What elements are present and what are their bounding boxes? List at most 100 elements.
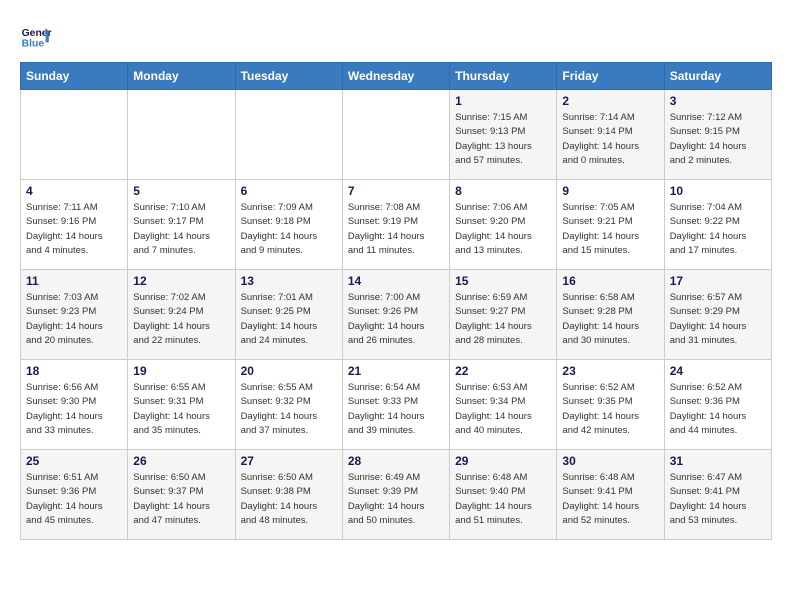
header: General Blue xyxy=(20,20,772,52)
day-info: Sunrise: 7:03 AMSunset: 9:23 PMDaylight:… xyxy=(26,291,122,348)
day-number: 28 xyxy=(348,454,444,468)
day-header-wednesday: Wednesday xyxy=(342,63,449,90)
calendar-header: SundayMondayTuesdayWednesdayThursdayFrid… xyxy=(21,63,772,90)
day-number: 27 xyxy=(241,454,337,468)
day-info: Sunrise: 6:58 AMSunset: 9:28 PMDaylight:… xyxy=(562,291,658,348)
calendar-cell: 27 Sunrise: 6:50 AMSunset: 9:38 PMDayligh… xyxy=(235,450,342,540)
calendar-cell: 8Sunrise: 7:06 AMSunset: 9:20 PMDaylight… xyxy=(450,180,557,270)
calendar-cell: 1 Sunrise: 7:15 AMSunset: 9:13 PMDaylight… xyxy=(450,90,557,180)
day-info: Sunrise: 7:08 AMSunset: 9:19 PMDaylight:… xyxy=(348,201,444,258)
day-info: Sunrise: 6:51 AMSunset: 9:36 PMDaylight:… xyxy=(26,471,122,528)
calendar-cell: 5 Sunrise: 7:10 AMSunset: 9:17 PMDaylight… xyxy=(128,180,235,270)
calendar-body: 1 Sunrise: 7:15 AMSunset: 9:13 PMDaylight… xyxy=(21,90,772,540)
day-number: 13 xyxy=(241,274,337,288)
day-info: Sunrise: 6:52 AMSunset: 9:35 PMDaylight:… xyxy=(562,381,658,438)
day-header-tuesday: Tuesday xyxy=(235,63,342,90)
calendar-cell: 3 Sunrise: 7:12 AMSunset: 9:15 PMDaylight… xyxy=(664,90,771,180)
calendar-cell: 29 Sunrise: 6:48 AMSunset: 9:40 PMDayligh… xyxy=(450,450,557,540)
day-info: Sunrise: 6:50 AMSunset: 9:38 PMDaylight:… xyxy=(241,471,337,528)
calendar-cell: 19Sunrise: 6:55 AMSunset: 9:31 PMDayligh… xyxy=(128,360,235,450)
calendar-cell: 15Sunrise: 6:59 AMSunset: 9:27 PMDayligh… xyxy=(450,270,557,360)
calendar-cell: 10 Sunrise: 7:04 AMSunset: 9:22 PMDayligh… xyxy=(664,180,771,270)
day-info: Sunrise: 6:53 AMSunset: 9:34 PMDaylight:… xyxy=(455,381,551,438)
day-info: Sunrise: 7:15 AMSunset: 9:13 PMDaylight:… xyxy=(455,111,551,168)
day-info: Sunrise: 7:00 AMSunset: 9:26 PMDaylight:… xyxy=(348,291,444,348)
calendar-week-4: 18 Sunrise: 6:56 AMSunset: 9:30 PMDayligh… xyxy=(21,360,772,450)
day-info: Sunrise: 6:50 AMSunset: 9:37 PMDaylight:… xyxy=(133,471,229,528)
calendar-cell xyxy=(21,90,128,180)
calendar-cell: 7Sunrise: 7:08 AMSunset: 9:19 PMDaylight… xyxy=(342,180,449,270)
day-header-saturday: Saturday xyxy=(664,63,771,90)
days-of-week-row: SundayMondayTuesdayWednesdayThursdayFrid… xyxy=(21,63,772,90)
calendar-week-2: 4 Sunrise: 7:11 AMSunset: 9:16 PMDaylight… xyxy=(21,180,772,270)
day-number: 10 xyxy=(670,184,766,198)
calendar-cell: 12Sunrise: 7:02 AMSunset: 9:24 PMDayligh… xyxy=(128,270,235,360)
calendar-cell: 25 Sunrise: 6:51 AMSunset: 9:36 PMDayligh… xyxy=(21,450,128,540)
day-info: Sunrise: 6:47 AMSunset: 9:41 PMDaylight:… xyxy=(670,471,766,528)
day-number: 12 xyxy=(133,274,229,288)
day-number: 2 xyxy=(562,94,658,108)
day-header-friday: Friday xyxy=(557,63,664,90)
day-number: 24 xyxy=(670,364,766,378)
day-info: Sunrise: 7:04 AMSunset: 9:22 PMDaylight:… xyxy=(670,201,766,258)
day-info: Sunrise: 7:01 AMSunset: 9:25 PMDaylight:… xyxy=(241,291,337,348)
calendar-cell: 22Sunrise: 6:53 AMSunset: 9:34 PMDayligh… xyxy=(450,360,557,450)
day-info: Sunrise: 7:11 AMSunset: 9:16 PMDaylight:… xyxy=(26,201,122,258)
calendar-cell xyxy=(342,90,449,180)
day-number: 3 xyxy=(670,94,766,108)
calendar-cell: 2 Sunrise: 7:14 AMSunset: 9:14 PMDaylight… xyxy=(557,90,664,180)
calendar-cell: 28Sunrise: 6:49 AMSunset: 9:39 PMDayligh… xyxy=(342,450,449,540)
calendar-week-1: 1 Sunrise: 7:15 AMSunset: 9:13 PMDaylight… xyxy=(21,90,772,180)
day-header-thursday: Thursday xyxy=(450,63,557,90)
calendar-cell: 23Sunrise: 6:52 AMSunset: 9:35 PMDayligh… xyxy=(557,360,664,450)
calendar-cell: 26 Sunrise: 6:50 AMSunset: 9:37 PMDayligh… xyxy=(128,450,235,540)
calendar-cell xyxy=(128,90,235,180)
calendar-week-3: 11 Sunrise: 7:03 AMSunset: 9:23 PMDayligh… xyxy=(21,270,772,360)
day-number: 6 xyxy=(241,184,337,198)
day-number: 31 xyxy=(670,454,766,468)
calendar-cell: 24 Sunrise: 6:52 AMSunset: 9:36 PMDayligh… xyxy=(664,360,771,450)
day-info: Sunrise: 6:52 AMSunset: 9:36 PMDaylight:… xyxy=(670,381,766,438)
day-info: Sunrise: 7:12 AMSunset: 9:15 PMDaylight:… xyxy=(670,111,766,168)
day-number: 18 xyxy=(26,364,122,378)
calendar-cell: 18 Sunrise: 6:56 AMSunset: 9:30 PMDayligh… xyxy=(21,360,128,450)
day-info: Sunrise: 6:57 AMSunset: 9:29 PMDaylight:… xyxy=(670,291,766,348)
day-info: Sunrise: 6:59 AMSunset: 9:27 PMDaylight:… xyxy=(455,291,551,348)
day-header-monday: Monday xyxy=(128,63,235,90)
day-info: Sunrise: 7:06 AMSunset: 9:20 PMDaylight:… xyxy=(455,201,551,258)
day-info: Sunrise: 6:54 AMSunset: 9:33 PMDaylight:… xyxy=(348,381,444,438)
day-info: Sunrise: 6:48 AMSunset: 9:41 PMDaylight:… xyxy=(562,471,658,528)
logo-icon: General Blue xyxy=(20,20,52,52)
day-info: Sunrise: 6:55 AMSunset: 9:31 PMDaylight:… xyxy=(133,381,229,438)
calendar-table: SundayMondayTuesdayWednesdayThursdayFrid… xyxy=(20,62,772,540)
day-number: 5 xyxy=(133,184,229,198)
calendar-week-5: 25 Sunrise: 6:51 AMSunset: 9:36 PMDayligh… xyxy=(21,450,772,540)
calendar-cell: 31 Sunrise: 6:47 AMSunset: 9:41 PMDayligh… xyxy=(664,450,771,540)
day-number: 29 xyxy=(455,454,551,468)
day-info: Sunrise: 6:56 AMSunset: 9:30 PMDaylight:… xyxy=(26,381,122,438)
day-info: Sunrise: 7:09 AMSunset: 9:18 PMDaylight:… xyxy=(241,201,337,258)
calendar-cell: 6 Sunrise: 7:09 AMSunset: 9:18 PMDaylight… xyxy=(235,180,342,270)
calendar-cell: 16 Sunrise: 6:58 AMSunset: 9:28 PMDayligh… xyxy=(557,270,664,360)
day-info: Sunrise: 7:10 AMSunset: 9:17 PMDaylight:… xyxy=(133,201,229,258)
day-info: Sunrise: 7:05 AMSunset: 9:21 PMDaylight:… xyxy=(562,201,658,258)
calendar-cell: 13 Sunrise: 7:01 AMSunset: 9:25 PMDayligh… xyxy=(235,270,342,360)
calendar-cell: 9 Sunrise: 7:05 AMSunset: 9:21 PMDaylight… xyxy=(557,180,664,270)
day-header-sunday: Sunday xyxy=(21,63,128,90)
calendar-cell: 17Sunrise: 6:57 AMSunset: 9:29 PMDayligh… xyxy=(664,270,771,360)
day-number: 14 xyxy=(348,274,444,288)
day-number: 1 xyxy=(455,94,551,108)
day-info: Sunrise: 6:48 AMSunset: 9:40 PMDaylight:… xyxy=(455,471,551,528)
logo: General Blue xyxy=(20,20,56,52)
day-number: 9 xyxy=(562,184,658,198)
svg-text:Blue: Blue xyxy=(22,38,45,49)
day-number: 30 xyxy=(562,454,658,468)
day-number: 11 xyxy=(26,274,122,288)
day-number: 16 xyxy=(562,274,658,288)
day-info: Sunrise: 6:55 AMSunset: 9:32 PMDaylight:… xyxy=(241,381,337,438)
day-number: 26 xyxy=(133,454,229,468)
day-number: 25 xyxy=(26,454,122,468)
day-number: 4 xyxy=(26,184,122,198)
day-info: Sunrise: 7:14 AMSunset: 9:14 PMDaylight:… xyxy=(562,111,658,168)
calendar-cell xyxy=(235,90,342,180)
